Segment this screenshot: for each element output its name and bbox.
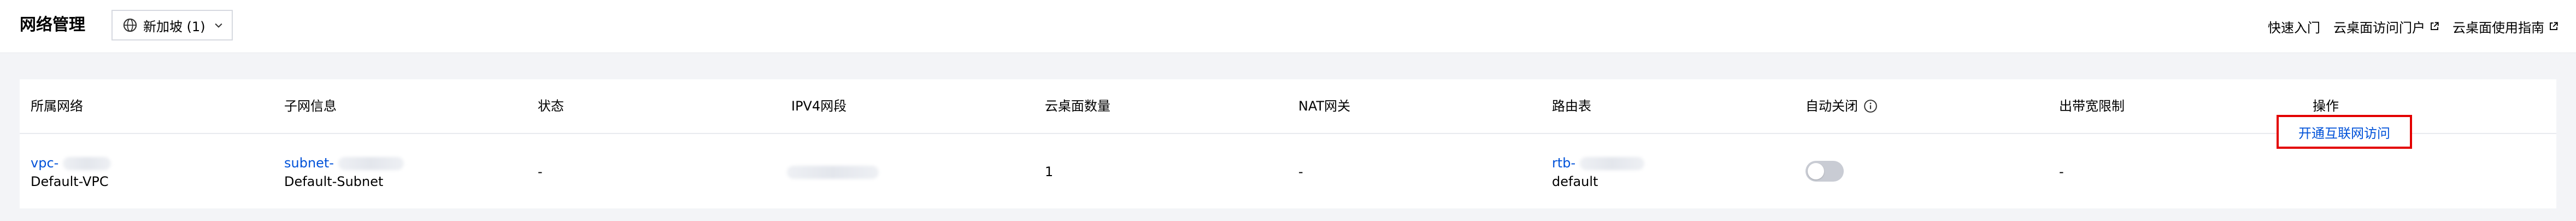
table-header: 所属网络 子网信息 状态 IPV4网段 云桌面数量 NAT网关 路由表 自动关闭… [20, 79, 2556, 134]
ipv4-cell [787, 162, 879, 181]
network-table-card: 所属网络 子网信息 状态 IPV4网段 云桌面数量 NAT网关 路由表 自动关闭… [20, 79, 2556, 208]
quick-start-label: 快速入门 [2268, 20, 2320, 36]
status-value: - [538, 164, 543, 179]
desktop-portal-label: 云桌面访问门户 [2333, 20, 2425, 36]
external-link-icon [2431, 22, 2439, 30]
subnet-id-cell[interactable]: subnet- [284, 154, 404, 172]
toggle-knob [1808, 163, 1824, 179]
column-header-subnet: 子网信息 [284, 98, 337, 114]
network-name: Default-VPC [31, 174, 109, 189]
column-header-action: 操作 [2313, 98, 2339, 114]
enable-internet-access-label: 开通互联网访问 [2298, 125, 2390, 141]
column-header-bandwidth: 出带宽限制 [2059, 98, 2125, 114]
network-id-link[interactable]: vpc- [31, 155, 58, 171]
region-select[interactable]: 新加坡 (1) [111, 10, 233, 40]
info-icon[interactable] [1863, 99, 1878, 113]
route-table-id-link[interactable]: rtb- [1552, 155, 1575, 171]
page-title: 网络管理 [20, 15, 85, 34]
ipv4-redacted [787, 166, 879, 179]
enable-internet-access-button[interactable]: 开通互联网访问 [2277, 115, 2412, 149]
column-header-auto-close: 自动关闭 [1805, 97, 1878, 115]
subnet-name: Default-Subnet [284, 174, 384, 189]
desktop-portal-link[interactable]: 云桌面访问门户 [2333, 17, 2439, 36]
route-table-id-cell[interactable]: rtb- [1552, 154, 1644, 172]
column-header-route-table: 路由表 [1552, 98, 1591, 114]
region-select-value: 新加坡 (1) [143, 19, 205, 34]
auto-close-header-label: 自动关闭 [1805, 98, 1858, 114]
globe-icon [123, 18, 137, 32]
external-link-icon [2550, 22, 2558, 30]
column-header-nat-gateway: NAT网关 [1298, 98, 1351, 114]
quick-links: 快速入门 云桌面访问门户 云桌面使用指南 [2255, 15, 2559, 37]
route-table-name: default [1552, 174, 1598, 189]
subnet-id-redacted [338, 157, 404, 170]
network-id-cell[interactable]: vpc- [31, 154, 111, 172]
bandwidth-limit-value: - [2059, 164, 2064, 179]
desktop-guide-label: 云桌面使用指南 [2453, 20, 2544, 36]
route-table-id-redacted [1579, 157, 1644, 170]
quick-start-link[interactable]: 快速入门 [2268, 17, 2320, 36]
column-header-status: 状态 [538, 98, 564, 114]
subnet-id-link[interactable]: subnet- [284, 155, 334, 171]
column-header-ipv4: IPV4网段 [791, 98, 847, 114]
column-header-desktop-count: 云桌面数量 [1045, 98, 1110, 114]
nat-gateway-value: - [1298, 164, 1303, 179]
desktop-count-value: 1 [1045, 164, 1054, 179]
top-bar: 网络管理 新加坡 (1) 快速入门 云桌面访问门户 云桌面使用指南 [0, 0, 2576, 53]
desktop-guide-link[interactable]: 云桌面使用指南 [2453, 17, 2559, 36]
column-header-network: 所属网络 [31, 98, 83, 114]
chevron-down-icon [215, 23, 222, 28]
network-id-redacted [62, 157, 111, 170]
auto-close-toggle[interactable] [1805, 161, 1844, 182]
